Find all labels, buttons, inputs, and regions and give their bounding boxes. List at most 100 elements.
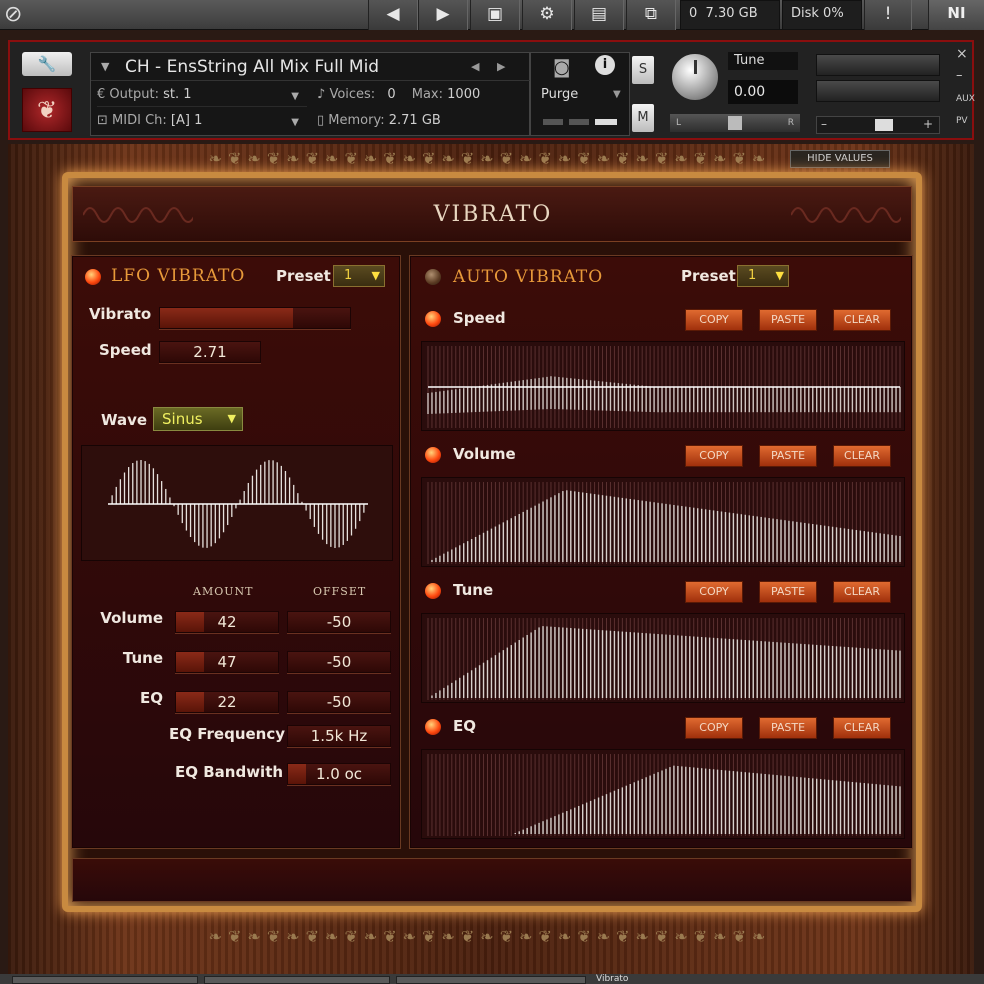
minus-icon: – [821,117,827,131]
memory-icon: 0 [689,6,698,21]
auto-vibrato-title: AUTO VIBRATO [453,267,604,287]
copy-button[interactable]: COPY [685,445,743,467]
section-enable-led[interactable] [425,583,441,599]
kontakt-window: ⊘ ◀ ▶ ▣ ⚙ ▤ ⧉ 0 7.30 GB Disk 0% ! NI 🔧 ❦… [0,0,984,984]
pv-button[interactable]: PV [956,116,968,126]
minimize-icon[interactable]: – [956,68,963,83]
auto-section-volume: Volume COPY PASTE CLEAR [415,437,909,567]
close-icon[interactable]: × [956,46,968,62]
view-icon[interactable]: ▤ [574,0,624,30]
clear-button[interactable]: CLEAR [833,445,891,467]
pan-slider[interactable]: L R [670,114,800,132]
auto-vibrato-enable-led[interactable] [425,269,441,285]
wrench-icon[interactable]: 🔧 [22,52,72,76]
warning-icon[interactable]: ! [864,0,912,30]
offset-field[interactable]: -50 [287,651,391,673]
envelope-graph[interactable] [421,477,905,567]
info-icon[interactable]: i [595,55,615,75]
status-tab[interactable] [204,976,390,984]
copy-button[interactable]: COPY [685,581,743,603]
clear-button[interactable]: CLEAR [833,309,891,331]
eq-frequency-label: EQ Frequency [169,725,286,743]
lfo-enable-led[interactable] [85,269,101,285]
vibrato-slider[interactable] [159,307,351,329]
instrument-menu-icon[interactable]: ▼ [101,53,109,81]
offset-field[interactable]: -50 [287,691,391,713]
midi-channel-selector[interactable]: ⊡ MIDI Ch: [A] 1 ▼ [97,109,307,133]
purge-button[interactable]: Purge [541,87,578,102]
prev-icon[interactable]: ◀ [368,0,418,30]
voices-readout: ♪ Voices: 0 Max: 1000 [317,87,481,102]
chevron-down-icon: ▼ [371,269,380,282]
paste-button[interactable]: PASTE [759,717,817,739]
auto-section-tune: Tune COPY PASTE CLEAR [415,573,909,703]
tune-value[interactable]: 0.00 [728,80,798,104]
section-enable-led[interactable] [425,447,441,463]
eq-bandwidth-fill [288,764,306,784]
ornament-top: ❧❦❧❦❧❦❧❦❧❦❧❦❧❦❧❦❧❦❧❦❧❦❧❦❧❦❧❦❧ [208,149,772,168]
paste-button[interactable]: PASTE [759,445,817,467]
status-bar: Vibrato [0,974,984,984]
next-icon[interactable]: ▶ [418,0,468,30]
envelope-bars [427,618,901,700]
offset-field[interactable]: -50 [287,611,391,633]
tune-knob[interactable] [670,52,720,102]
lfo-wave-graph [108,460,368,548]
amount-field[interactable]: 42 [175,611,279,633]
chevron-down-icon: ▼ [775,269,784,282]
status-tab[interactable] [12,976,198,984]
amount-field[interactable]: 47 [175,651,279,673]
wave-label: Wave [101,411,148,429]
next-instrument-icon[interactable]: ▶ [497,53,505,81]
paste-button[interactable]: PASTE [759,581,817,603]
clear-button[interactable]: CLEAR [833,717,891,739]
instrument-name[interactable]: ▼ CH - EnsString All Mix Full Mid ◀ ▶ [91,53,531,81]
paste-button[interactable]: PASTE [759,309,817,331]
purge-indicator [595,119,617,125]
wave-select[interactable]: Sinus ▼ [153,407,243,431]
copy-button[interactable]: COPY [685,717,743,739]
lfo-preset-select[interactable]: 1 ▼ [333,265,385,287]
eq-bandwidth-field[interactable]: 1.0 oc [287,763,391,785]
volume-slider[interactable]: – + [816,116,940,134]
amount-field[interactable]: 22 [175,691,279,713]
aux-button[interactable]: AUX [956,94,975,104]
prev-instrument-icon[interactable]: ◀ [471,53,479,81]
envelope-graph[interactable] [421,341,905,431]
hide-values-button[interactable]: HIDE VALUES [790,150,890,168]
status-tab[interactable] [396,976,586,984]
memory-chip-icon: ▯ [317,113,325,128]
auto-vibrato-panel: AUTO VIBRATO Preset 1 ▼ Speed COPY PASTE CLE… [410,256,912,848]
pan-handle[interactable] [728,116,742,130]
memory-info: ▯ Memory: 2.71 GB [317,113,441,128]
ni-logo: NI [928,0,984,30]
camera-icon[interactable]: ◙ [553,57,570,78]
plus-icon: + [922,117,933,131]
section-enable-led[interactable] [425,311,441,327]
lfo-vibrato-panel: LFO VIBRATO Preset 1 ▼ Vibrato Speed 2.71… [72,256,400,848]
envelope-graph[interactable] [421,613,905,703]
level-meter-left [816,54,940,76]
page-title-bar: VIBRATO [72,186,912,242]
instrument-logo: ❦ [22,88,72,132]
envelope-graph[interactable] [421,749,905,839]
speed-field[interactable]: 2.71 [159,341,261,363]
solo-button[interactable]: S [632,56,654,84]
purge-indicator [569,119,589,125]
output-selector[interactable]: € Output: st. 1 ▼ [97,83,307,107]
section-enable-led[interactable] [425,719,441,735]
eq-frequency-field[interactable]: 1.5k Hz [287,725,391,747]
eq-bandwidth-label: EQ Bandwith [175,763,284,781]
lfo-preset-label: Preset [276,267,331,285]
auto-preset-select[interactable]: 1 ▼ [737,265,789,287]
amount-fill [176,692,204,712]
ornament-bottom: ❧❦❧❦❧❦❧❦❧❦❧❦❧❦❧❦❧❦❧❦❧❦❧❦❧❦❧❦❧ [208,927,772,946]
section-label: Tune [453,581,494,599]
copy-button[interactable]: COPY [685,309,743,331]
gear-icon[interactable]: ⚙ [522,0,572,30]
volume-handle[interactable] [875,119,893,131]
clear-button[interactable]: CLEAR [833,581,891,603]
mute-button[interactable]: M [632,104,654,132]
save-icon[interactable]: ▣ [470,0,520,30]
resize-icon[interactable]: ⧉ [626,0,676,30]
